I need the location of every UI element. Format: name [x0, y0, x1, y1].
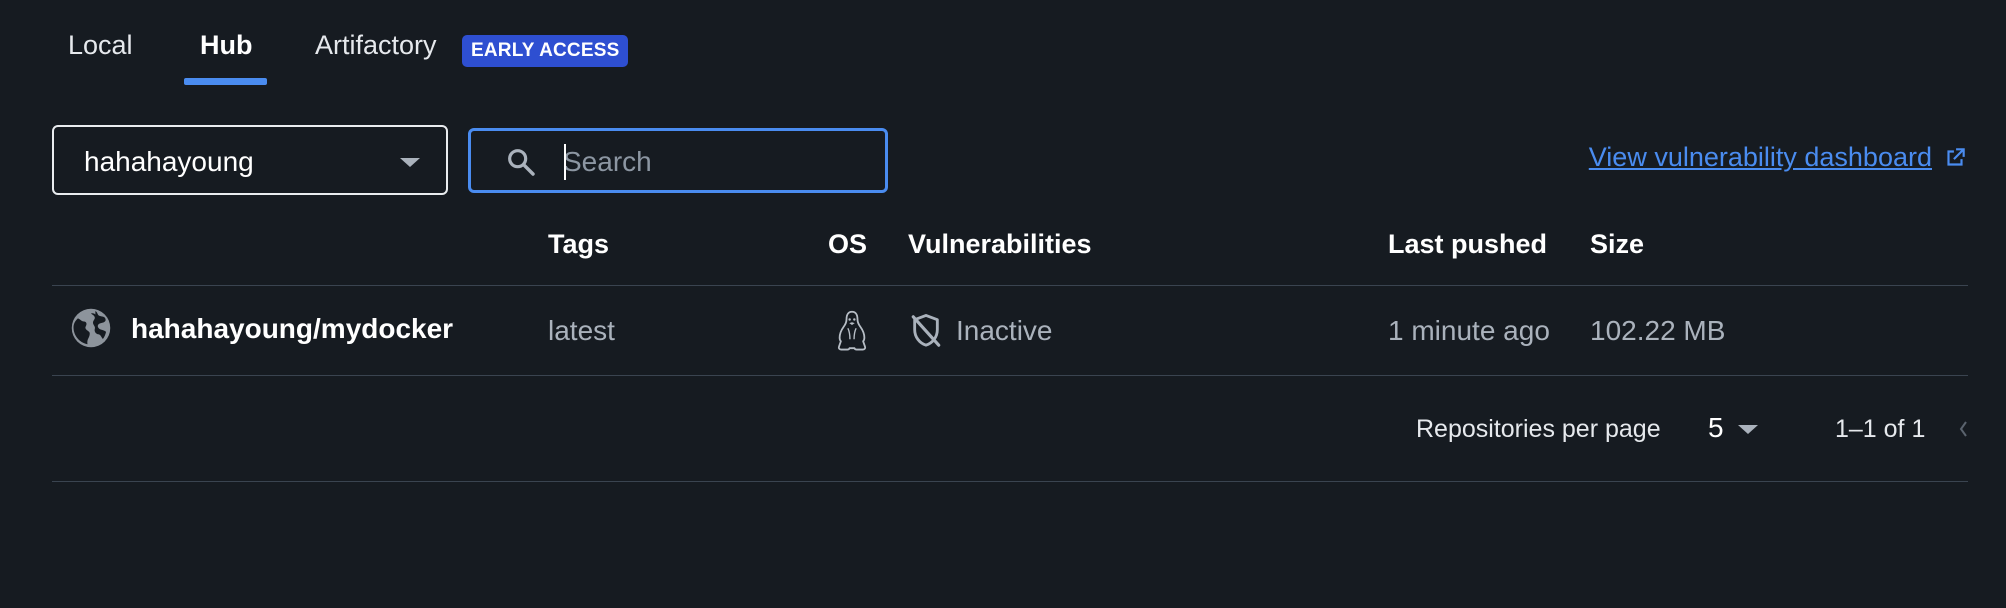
vulnerability-status: Inactive — [956, 315, 1053, 346]
table-row-divider — [52, 375, 1968, 376]
size-cell: 102.22 MB — [1590, 315, 1726, 346]
chevron-left-icon[interactable] — [1958, 418, 1968, 440]
rows-per-page-value: 5 — [1708, 412, 1724, 443]
tab-artifactory[interactable]: Artifactory — [315, 30, 437, 61]
table-footer-divider — [52, 481, 1968, 482]
view-vulnerability-dashboard-link[interactable]: View vulnerability dashboard — [1589, 142, 1968, 173]
search-box — [468, 128, 888, 193]
tab-hub[interactable]: Hub — [200, 30, 252, 61]
linux-icon — [837, 310, 867, 351]
pagination-range: 1–1 of 1 — [1835, 415, 1926, 443]
active-tab-indicator — [184, 78, 267, 85]
rows-per-page-label: Repositories per page — [1416, 415, 1661, 443]
last-pushed-cell: 1 minute ago — [1388, 315, 1550, 346]
globe-icon — [71, 308, 111, 348]
table-header-divider — [52, 285, 1968, 286]
search-icon — [508, 149, 535, 176]
vulnerability-dashboard-label: View vulnerability dashboard — [1588, 142, 1932, 172]
column-header-size[interactable]: Size — [1590, 229, 1644, 260]
tab-local[interactable]: Local — [68, 30, 133, 61]
column-header-os[interactable]: OS — [828, 229, 867, 260]
hub-images-view: Local Hub Artifactory EARLY ACCESS hahah… — [0, 0, 2006, 608]
shield-off-icon — [911, 313, 941, 347]
rows-per-page-select[interactable]: 5 — [1706, 408, 1766, 448]
column-header-last-pushed[interactable]: Last pushed — [1388, 229, 1547, 260]
early-access-badge: EARLY ACCESS — [462, 35, 629, 67]
external-link-icon — [1947, 147, 1965, 166]
text-cursor — [564, 144, 566, 180]
caret-down-icon — [1738, 425, 1758, 434]
namespace-select[interactable]: hahahayoung — [52, 125, 448, 195]
tag-cell: latest — [548, 315, 615, 346]
repository-name-link[interactable]: hahahayoung/mydocker — [131, 313, 453, 345]
namespace-select-value: hahahayoung — [84, 146, 254, 177]
column-header-vulnerabilities[interactable]: Vulnerabilities — [908, 229, 1092, 260]
column-header-tags[interactable]: Tags — [548, 229, 609, 260]
caret-down-icon — [400, 158, 420, 167]
search-input[interactable] — [561, 139, 865, 185]
